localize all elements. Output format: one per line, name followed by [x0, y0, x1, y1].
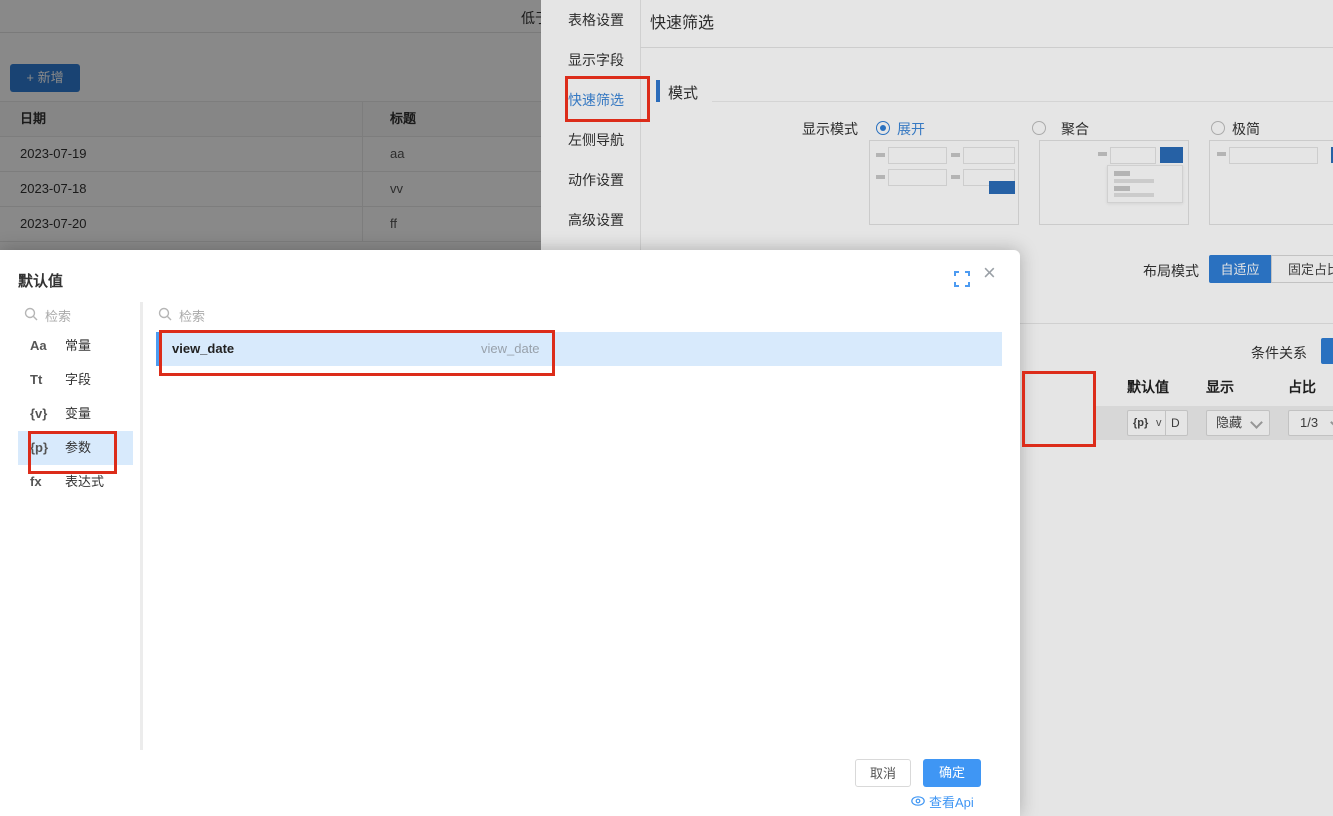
sidebar-item-label: 参数	[65, 431, 91, 465]
sidebar-divider	[140, 302, 143, 750]
radio-aggregate[interactable]	[1032, 121, 1046, 135]
list-search-input[interactable]: 检索	[179, 306, 205, 325]
menu-item-advanced-settings[interactable]: 高级设置	[541, 200, 640, 240]
sidebar-item-variable[interactable]: {v} 变量	[18, 397, 133, 431]
menu-item-quick-filter[interactable]: 快速筛选	[541, 80, 640, 120]
confirm-button[interactable]: 确定	[923, 759, 981, 787]
layout-adaptive-button[interactable]: 自适应	[1209, 255, 1271, 283]
modal-title: 默认值	[18, 270, 63, 291]
sidebar-item-parameter[interactable]: {p} 参数	[18, 431, 133, 465]
search-icon	[24, 307, 38, 321]
sidebar-item-label: 表达式	[65, 465, 104, 499]
relation-and-button[interactable]: 并且	[1321, 338, 1333, 364]
thumb-shape	[951, 153, 960, 157]
menu-item-display-fields[interactable]: 显示字段	[541, 40, 640, 80]
ratio-select-value: 1/3	[1300, 411, 1318, 435]
parameter-type-icon: {p}	[30, 431, 48, 465]
column-header-display: 显示	[1206, 377, 1234, 397]
section-title-mode: 模式	[668, 82, 698, 103]
thumb-shape	[989, 181, 1015, 194]
menu-item-left-nav[interactable]: 左侧导航	[541, 120, 640, 160]
radio-minimal[interactable]	[1211, 121, 1225, 135]
thumb-shape	[1114, 179, 1154, 183]
fullscreen-icon[interactable]	[954, 271, 970, 287]
sidebar-item-constant[interactable]: Aa 常量	[18, 329, 133, 363]
thumb-shape	[1114, 171, 1130, 176]
thumb-shape	[1160, 147, 1183, 163]
expand-mode-preview	[869, 140, 1019, 225]
param-text: v	[1156, 411, 1162, 435]
thumb-shape	[951, 175, 960, 179]
sidebar-item-label: 变量	[65, 397, 91, 431]
radio-expand[interactable]	[876, 121, 890, 135]
drawer-title: 快速筛选	[650, 9, 714, 33]
thumb-shape	[1098, 152, 1107, 156]
column-header-ratio: 占比	[1288, 377, 1316, 397]
thumb-shape	[1114, 186, 1130, 191]
close-icon[interactable]: ×	[983, 262, 996, 284]
thumb-shape	[963, 147, 1015, 164]
radio-expand-label[interactable]: 展开	[897, 119, 925, 139]
input-divider	[1165, 411, 1166, 435]
sidebar-item-field[interactable]: Tt 字段	[18, 363, 133, 397]
sidebar-item-label: 字段	[65, 363, 91, 397]
eye-icon	[911, 796, 925, 806]
drawer-title-divider	[640, 47, 1333, 48]
param-extra: D	[1171, 411, 1180, 435]
expression-type-icon: fx	[30, 465, 42, 499]
parameter-value: view_date	[481, 332, 540, 366]
thumb-shape	[1217, 152, 1226, 156]
search-icon	[158, 307, 172, 321]
display-select[interactable]: 隐藏	[1206, 410, 1270, 436]
param-tag: {p}	[1133, 411, 1148, 435]
thumb-shape	[876, 175, 885, 179]
screen: 低于 + 新增 日期 标题 2023-07-19 aa 2023-07-18 v…	[0, 0, 1333, 816]
parameter-name: view_date	[172, 332, 234, 366]
layout-mode-label: 布局模式	[1143, 261, 1199, 281]
thumb-shape	[1229, 147, 1318, 164]
section-title-line	[712, 101, 1333, 102]
sidebar-item-expression[interactable]: fx 表达式	[18, 465, 133, 499]
thumb-shape	[1110, 147, 1156, 164]
sidebar-item-label: 常量	[65, 329, 91, 363]
thumb-shape	[1114, 193, 1154, 197]
thumb-shape	[876, 153, 885, 157]
layout-fixed-button[interactable]: 固定占比	[1271, 255, 1333, 283]
view-api-link[interactable]: 查看Api	[929, 792, 974, 811]
radio-dot	[880, 125, 886, 131]
minimal-mode-preview	[1209, 140, 1333, 225]
cancel-button[interactable]: 取消	[855, 759, 911, 787]
section-accent-bar	[656, 80, 660, 102]
menu-item-table-settings[interactable]: 表格设置	[541, 0, 640, 40]
thumb-shape	[888, 147, 947, 164]
variable-type-icon: {v}	[30, 397, 47, 431]
sidebar-search-input[interactable]: 检索	[45, 306, 71, 325]
radio-aggregate-label[interactable]: 聚合	[1061, 119, 1089, 139]
thumb-shape	[888, 169, 947, 186]
field-type-icon: Tt	[30, 363, 42, 397]
constant-type-icon: Aa	[30, 329, 47, 363]
display-mode-label: 显示模式	[802, 119, 858, 139]
column-header-default-value: 默认值	[1127, 377, 1169, 397]
default-value-input[interactable]: {p} v D	[1127, 410, 1188, 436]
condition-relation-label: 条件关系	[1251, 343, 1307, 363]
aggregate-mode-preview	[1039, 140, 1189, 225]
menu-item-action-settings[interactable]: 动作设置	[541, 160, 640, 200]
chevron-down-icon	[1250, 416, 1263, 429]
display-select-value: 隐藏	[1216, 411, 1242, 435]
ratio-select[interactable]: 1/3	[1288, 410, 1333, 436]
default-value-modal: 默认值 × 检索 Aa 常量 Tt 字段 {v} 变量 {p} 参数	[0, 250, 1020, 816]
parameter-list-item-selected[interactable]: view_date view_date	[156, 332, 1002, 366]
radio-minimal-label[interactable]: 极简	[1232, 119, 1260, 139]
